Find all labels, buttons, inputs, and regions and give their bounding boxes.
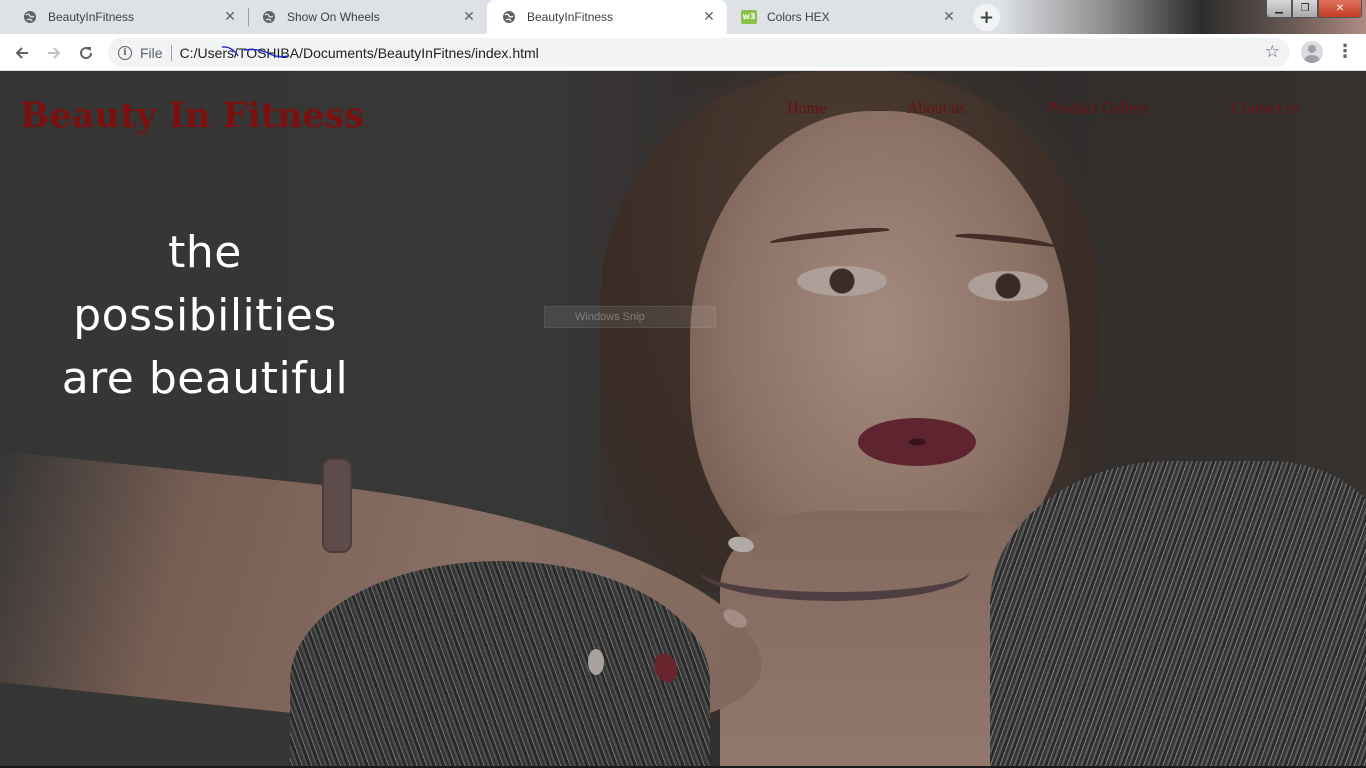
close-window-button[interactable]: ✕ — [1318, 0, 1362, 18]
globe-icon — [22, 9, 38, 25]
snip-tool-ghost: Windows Snip — [544, 306, 716, 328]
pen-annotation-scribble — [221, 46, 289, 58]
restore-button[interactable]: ❐ — [1292, 0, 1318, 18]
tab-title: BeautyInFitness — [48, 10, 135, 24]
close-icon[interactable]: ✕ — [222, 9, 238, 25]
hero-dark-overlay — [0, 71, 1366, 768]
nav-home-link[interactable]: Home — [787, 100, 826, 118]
globe-icon — [501, 9, 517, 25]
tagline-line: are beautiful — [61, 353, 349, 404]
bookmark-star-icon[interactable]: ☆ — [1265, 42, 1280, 62]
tab-show-on-wheels[interactable]: Show On Wheels ✕ — [247, 0, 487, 34]
back-arrow-icon — [15, 47, 28, 59]
tagline-line: possibilities — [73, 290, 337, 341]
browser-toolbar: i File C:/Users/TOSHIBA/Documents/Beauty… — [0, 34, 1366, 71]
site-brand-logo[interactable]: Beauty In Fitness — [20, 95, 364, 136]
hero-tagline: the possibilities are beautiful — [40, 221, 370, 410]
reload-button[interactable] — [72, 39, 100, 67]
info-icon[interactable]: i — [118, 45, 132, 60]
tab-strip: BeautyInFitness ✕ Show On Wheels ✕ Beaut… — [0, 0, 1366, 34]
tab-beautyinfitness-1[interactable]: BeautyInFitness ✕ — [8, 0, 248, 34]
forward-arrow-icon — [48, 47, 61, 59]
w3schools-icon: w3 — [741, 9, 757, 25]
forward-button[interactable] — [40, 39, 68, 67]
tab-title: Show On Wheels — [287, 10, 380, 24]
reload-icon — [80, 47, 93, 60]
tab-beautyinfitness-active[interactable]: BeautyInFitness ✕ — [487, 0, 727, 34]
close-icon[interactable]: ✕ — [701, 9, 717, 25]
address-bar[interactable]: i File C:/Users/TOSHIBA/Documents/Beauty… — [108, 38, 1290, 67]
close-icon[interactable]: ✕ — [941, 9, 957, 25]
tagline-line: the — [168, 227, 242, 278]
nav-contact-link[interactable]: Contact us — [1232, 100, 1300, 118]
tab-colors-hex[interactable]: w3 Colors HEX ✕ — [727, 0, 967, 34]
w3schools-badge: w3 — [741, 10, 757, 24]
new-tab-button[interactable]: + — [973, 4, 1000, 31]
file-scheme-chip: File — [140, 44, 163, 61]
tab-title: Colors HEX — [767, 10, 830, 24]
minimize-button[interactable]: ▁ — [1266, 0, 1292, 18]
omnibox-divider — [170, 44, 172, 61]
profile-avatar[interactable] — [1301, 41, 1323, 63]
nav-about-link[interactable]: About us — [907, 100, 965, 118]
back-button[interactable] — [8, 39, 36, 67]
close-icon[interactable]: ✕ — [461, 9, 477, 25]
more-menu-icon[interactable]: ⋮ — [1336, 40, 1354, 64]
tab-title: BeautyInFitness — [527, 10, 614, 24]
globe-icon — [261, 9, 277, 25]
window-controls: ▁ ❐ ✕ — [1266, 0, 1362, 18]
nav-product-gallery-link[interactable]: Product Gallery — [1048, 100, 1150, 118]
hero-section: Beauty In Fitness Home About us Product … — [0, 71, 1366, 768]
